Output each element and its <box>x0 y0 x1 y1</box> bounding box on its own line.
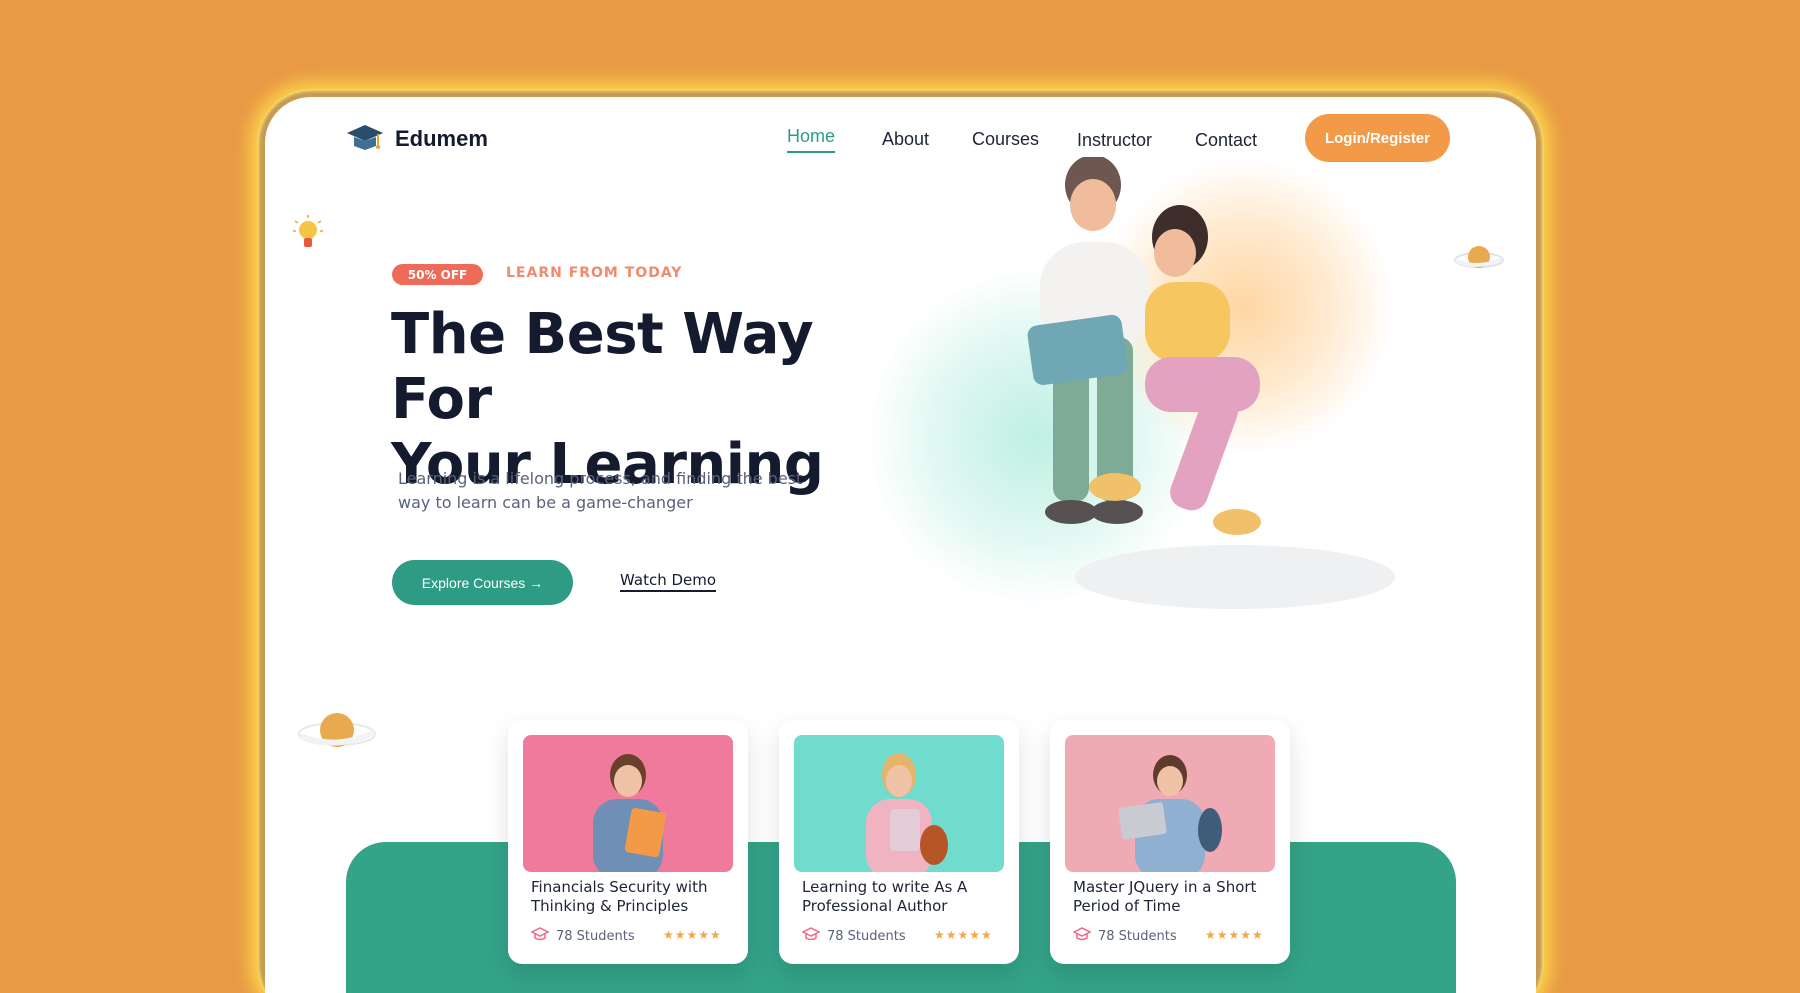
course-title: Financials Security with Thinking & Prin… <box>531 878 708 915</box>
student-photo <box>1118 755 1222 872</box>
student-count: 78 Students <box>556 929 635 944</box>
course-image <box>1065 735 1275 872</box>
discount-badge: 50% OFF <box>392 264 483 285</box>
course-card[interactable]: Financials Security with Thinking & Prin… <box>508 720 748 964</box>
student-count: 78 Students <box>1098 929 1177 944</box>
student-photo <box>866 753 948 872</box>
graduation-cap-icon <box>531 927 549 941</box>
course-image <box>523 735 733 872</box>
watch-demo-link[interactable]: Watch Demo <box>620 571 717 592</box>
graduation-cap-icon <box>347 125 383 150</box>
student-photo <box>593 754 666 872</box>
nav-courses[interactable]: Courses <box>972 129 1039 150</box>
graduation-cap-icon <box>1073 927 1091 941</box>
landing-page: Edumem Home About Courses Instructor Con… <box>265 97 1536 993</box>
nav-contact[interactable]: Contact <box>1195 130 1257 151</box>
students-illustration <box>1027 157 1395 609</box>
graduation-cap-icon <box>802 927 820 941</box>
star-rating: ★★★★★ <box>934 928 993 942</box>
course-image <box>794 735 1004 872</box>
hero-tagline: LEARN FROM TODAY <box>506 265 683 281</box>
hero-title-line-1: The Best Way For <box>391 302 814 432</box>
nav-home[interactable]: Home <box>787 126 836 153</box>
course-title: Learning to write As A Professional Auth… <box>802 878 968 915</box>
login-register-button[interactable]: Login/Register <box>1305 114 1450 162</box>
star-rating: ★★★★★ <box>1205 928 1264 942</box>
course-title: Master JQuery in a Short Period of Time <box>1073 878 1257 915</box>
course-card[interactable]: Master JQuery in a Short Period of Time … <box>1050 720 1290 964</box>
hero-subtitle: Learning is a lifelong process, and find… <box>398 469 803 512</box>
course-card[interactable]: Learning to write As A Professional Auth… <box>779 720 1019 964</box>
star-rating: ★★★★★ <box>663 928 722 942</box>
nav-about[interactable]: About <box>882 129 929 150</box>
planet-icon-right <box>1454 246 1504 268</box>
nav-instructor[interactable]: Instructor <box>1077 130 1152 151</box>
brand-name: Edumem <box>395 126 488 151</box>
logo[interactable]: Edumem <box>345 119 488 159</box>
lightbulb-icon <box>293 215 323 247</box>
explore-courses-button[interactable]: Explore Courses → <box>392 560 573 605</box>
student-count: 78 Students <box>827 929 906 944</box>
planet-icon-left <box>298 713 376 747</box>
